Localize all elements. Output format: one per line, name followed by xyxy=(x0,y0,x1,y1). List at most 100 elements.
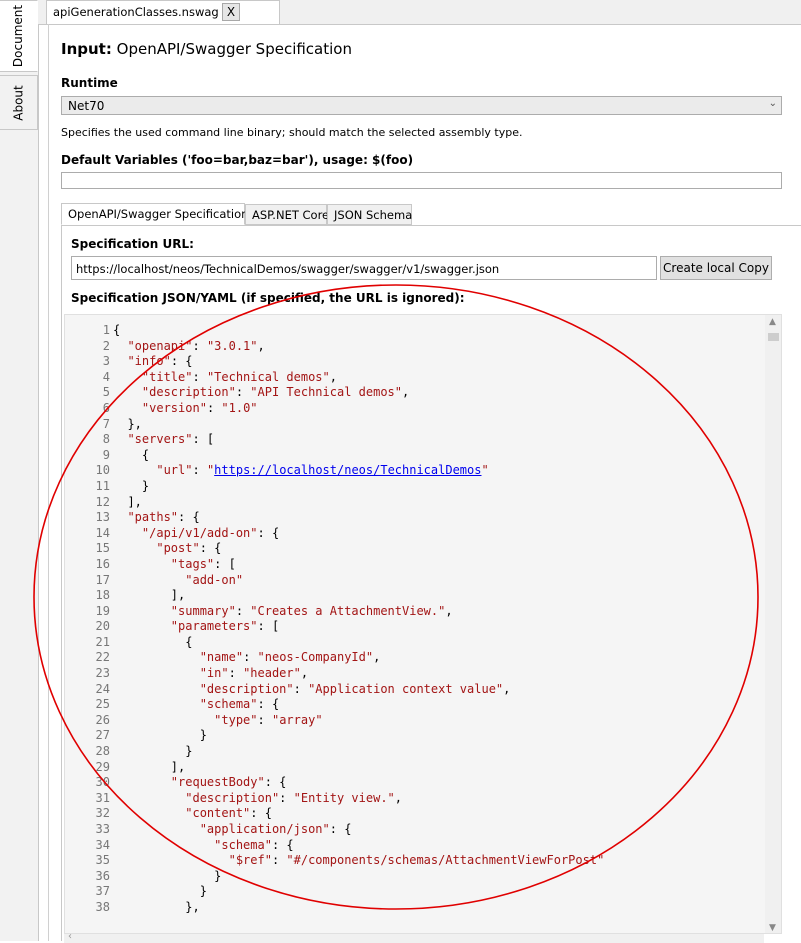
code-token: "#/components/schemas/AttachmentViewForP… xyxy=(286,853,605,868)
spec-url-input[interactable]: https://localhost/neos/TechnicalDemos/sw… xyxy=(71,256,657,280)
line-number: 13 xyxy=(95,510,110,525)
scroll-up-icon[interactable]: ▲ xyxy=(769,317,776,327)
code-token: : { xyxy=(170,354,193,369)
line-number: 10 xyxy=(95,463,110,478)
page-title: Input: OpenAPI/Swagger Specification xyxy=(61,40,352,58)
editor-horizontal-scrollbar[interactable]: ‹ xyxy=(64,931,764,943)
code-token: , xyxy=(503,681,511,696)
code-line: 15 "post": { xyxy=(65,541,604,557)
code-line: 11 } xyxy=(65,479,604,495)
code-token: "1.0" xyxy=(221,400,258,415)
code-token: } xyxy=(113,728,207,743)
scroll-thumb[interactable] xyxy=(768,333,779,341)
code-token: "openapi" xyxy=(127,338,193,353)
line-number: 32 xyxy=(95,806,110,821)
code-token: { xyxy=(113,447,150,462)
code-line: 14 "/api/v1/add-on": { xyxy=(65,526,604,542)
code-line: 18 ], xyxy=(65,588,604,604)
code-token: "description" xyxy=(185,790,280,805)
code-line: 12 ], xyxy=(65,495,604,511)
line-number: 3 xyxy=(102,354,110,369)
line-number: 21 xyxy=(95,634,110,649)
tab-aspnet-core[interactable]: ASP.NET Core xyxy=(245,204,329,225)
line-number: 38 xyxy=(95,899,110,914)
default-variables-input[interactable] xyxy=(61,172,782,189)
document-tab[interactable]: apiGenerationClasses.nswag X xyxy=(46,0,280,24)
runtime-label: Runtime xyxy=(61,76,118,90)
runtime-select-value: Net70 xyxy=(68,99,105,113)
side-tab-about[interactable]: About xyxy=(0,75,38,130)
code-line: 8 "servers": [ xyxy=(65,432,604,448)
close-tab-button[interactable]: X xyxy=(222,3,240,21)
code-token: , xyxy=(373,650,381,665)
code-token: "version" xyxy=(141,400,207,415)
spec-json-editor[interactable]: 1{2 "openapi": "3.0.1", 3 "info": {4 "tit… xyxy=(64,314,782,934)
code-token: , xyxy=(300,666,309,681)
line-number: 34 xyxy=(95,837,110,852)
code-line: 27 } xyxy=(65,728,604,744)
code-token: "add-on" xyxy=(185,572,244,587)
create-local-copy-button[interactable]: Create local Copy xyxy=(660,256,772,280)
code-line: 24 "description": "Application context v… xyxy=(65,682,604,698)
line-number: 16 xyxy=(95,556,110,571)
code-line: 25 "schema": { xyxy=(65,697,604,713)
code-line: 6 "version": "1.0" xyxy=(65,401,604,417)
line-number: 27 xyxy=(95,728,110,743)
code-line: 7 }, xyxy=(65,417,604,433)
tab-openapi-spec[interactable]: OpenAPI/Swagger Specification xyxy=(61,203,248,225)
runtime-hint: Specifies the used command line binary; … xyxy=(61,126,523,139)
side-tab-about-label: About xyxy=(11,84,26,121)
code-token: }, xyxy=(113,899,200,914)
code-token: , xyxy=(445,603,453,618)
code-token: "post" xyxy=(156,541,200,556)
side-tab-document[interactable]: Document xyxy=(0,0,38,72)
code-line: 37 } xyxy=(65,884,604,900)
default-variables-label: Default Variables ('foo=bar,baz=bar'), u… xyxy=(61,153,414,167)
code-token: ], xyxy=(113,759,186,774)
scroll-left-icon[interactable]: ‹ xyxy=(68,931,72,942)
code-token: "name" xyxy=(199,650,244,665)
code-token: , xyxy=(257,338,265,353)
line-number: 22 xyxy=(95,650,110,665)
code-line: 32 "content": { xyxy=(65,806,604,822)
line-number: 18 xyxy=(95,588,110,603)
code-link[interactable]: https://localhost/neos/TechnicalDemos xyxy=(214,463,481,477)
line-number: 35 xyxy=(95,853,110,868)
code-token: : { xyxy=(329,822,352,836)
code-token: "tags" xyxy=(170,556,215,571)
line-number: 28 xyxy=(95,744,110,759)
page-title-prefix: Input: xyxy=(61,40,112,58)
code-line: 13 "paths": { xyxy=(65,510,604,526)
line-number: 2 xyxy=(102,338,110,353)
scroll-down-icon[interactable]: ▼ xyxy=(769,923,776,933)
line-number: 7 xyxy=(102,416,110,431)
line-number: 15 xyxy=(95,541,110,556)
code-token: "/api/v1/add-on" xyxy=(141,525,258,540)
code-line: 1{ xyxy=(65,323,604,339)
spec-url-label: Specification URL: xyxy=(71,237,194,251)
code-token: : { xyxy=(199,541,222,556)
code-token: "3.0.1" xyxy=(206,338,258,353)
code-line: 2 "openapi": "3.0.1", xyxy=(65,339,604,355)
editor-vertical-scrollbar[interactable]: ▲ ▼ xyxy=(765,315,781,933)
code-token: "Application context value" xyxy=(308,681,504,696)
code-token: "servers" xyxy=(127,432,193,447)
code-token: "description" xyxy=(199,681,294,696)
code-token: } xyxy=(113,868,222,883)
runtime-select[interactable]: Net70 ⌄ xyxy=(61,96,782,115)
line-number: 20 xyxy=(95,619,110,634)
code-token: "$ref" xyxy=(228,853,272,868)
code-token: "url" xyxy=(156,463,193,478)
line-number: 23 xyxy=(95,666,110,681)
tab-json-schema[interactable]: JSON Schema xyxy=(327,204,412,225)
